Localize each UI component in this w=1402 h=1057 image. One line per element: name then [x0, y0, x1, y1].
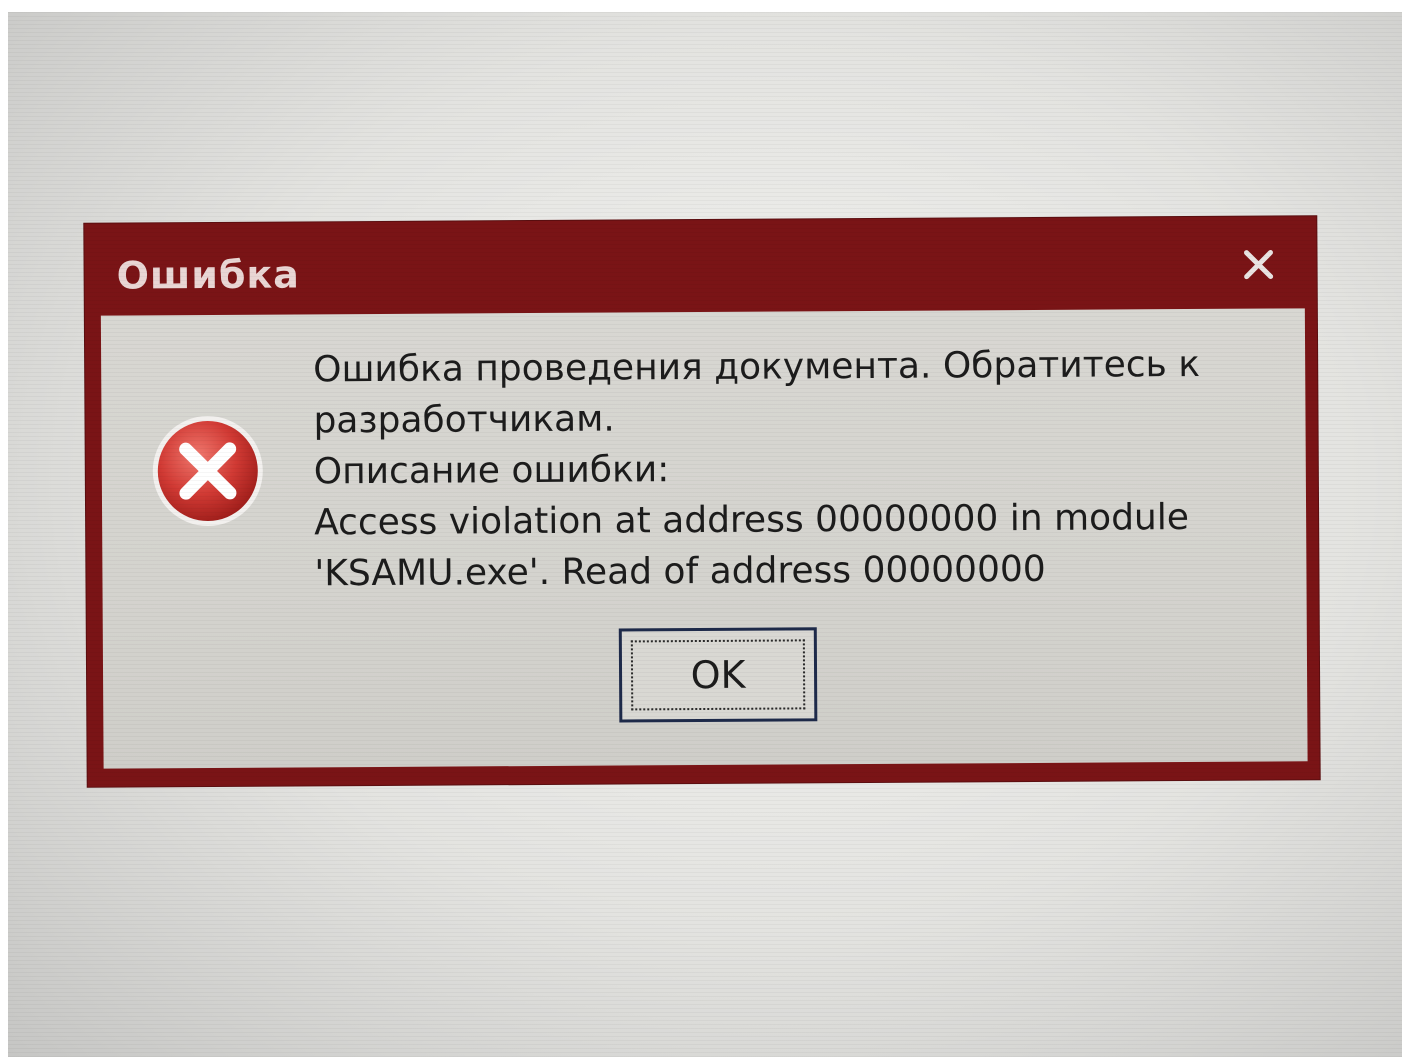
dialog-title: Ошибка: [116, 252, 301, 298]
error-circle-x-icon: [152, 416, 263, 527]
ok-button-label: OK: [690, 652, 746, 698]
close-icon: [1243, 250, 1274, 280]
message-line: Ошибка проведения документа. Обратитесь …: [313, 343, 1201, 391]
message-line: разработчикам.: [313, 398, 615, 442]
dialog-body: Ошибка проведения документа. Обратитесь …: [100, 308, 1308, 769]
close-button[interactable]: [1238, 244, 1278, 284]
ok-button[interactable]: OK: [618, 627, 818, 723]
error-dialog: Ошибка Ошибка проведения документа. Обра…: [84, 216, 1320, 787]
dialog-titlebar[interactable]: Ошибка: [84, 216, 1317, 316]
message-line: Access violation at address 00000000 in …: [313, 497, 1190, 544]
monitor-screen: Ошибка Ошибка проведения документа. Обра…: [8, 12, 1402, 1057]
message-line: Описание ошибки:: [313, 449, 670, 493]
message-line: 'KSAMU.exe'. Read of address 00000000: [314, 548, 1046, 595]
error-message: Ошибка проведения документа. Обратитесь …: [313, 339, 1275, 600]
